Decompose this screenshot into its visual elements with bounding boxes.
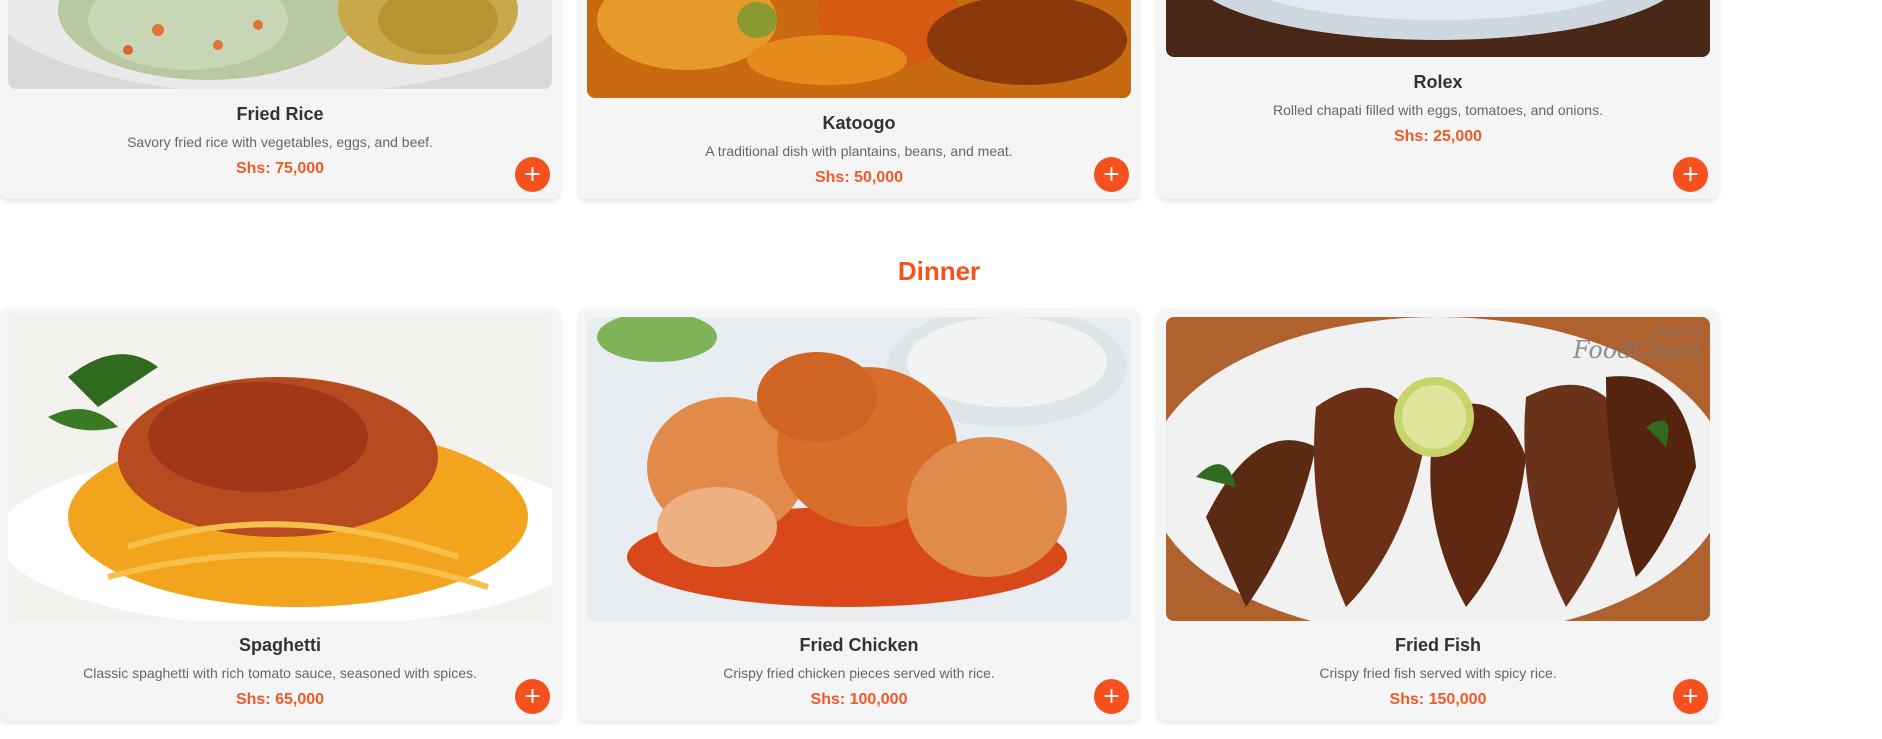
add-to-cart-button[interactable]: +: [1673, 679, 1708, 714]
section-title-dinner: Dinner: [897, 256, 981, 286]
item-price: Shs: 50,000: [814, 169, 904, 186]
menu-card-fried-chicken: Fried Chicken Crispy fried chicken piece…: [579, 309, 1139, 721]
spaghetti-image: [8, 317, 552, 621]
item-description: Savory fried rice with vegetables, eggs,…: [127, 134, 433, 150]
fried-chicken-image: [587, 317, 1131, 621]
fried-fish-image: Dindra's FoodCourt: [1166, 317, 1710, 621]
item-price: Shs: 75,000: [235, 160, 325, 177]
item-description: Classic spaghetti with rich tomato sauce…: [83, 665, 477, 681]
fried-rice-image: [8, 0, 552, 89]
item-price: Shs: 150,000: [1389, 691, 1487, 708]
menu-card-spaghetti: Spaghetti Classic spaghetti with rich to…: [0, 309, 560, 721]
item-description: A traditional dish with plantains, beans…: [705, 143, 1013, 159]
item-price: Shs: 65,000: [235, 691, 325, 708]
add-to-cart-button[interactable]: +: [515, 679, 550, 714]
item-name: Rolex: [1413, 72, 1463, 92]
item-description: Crispy fried fish served with spicy rice…: [1319, 665, 1557, 681]
item-description: Rolled chapati filled with eggs, tomatoe…: [1273, 102, 1603, 118]
menu-card-fried-fish: Dindra's FoodCourt Fried Fish Crispy fri…: [1158, 309, 1718, 721]
item-price: Shs: 100,000: [810, 691, 908, 708]
item-price: Shs: 25,000: [1393, 128, 1483, 145]
item-description: Crispy fried chicken pieces served with …: [723, 665, 995, 681]
add-to-cart-button[interactable]: +: [1094, 679, 1129, 714]
watermark-logo: Dindra's FoodCourt: [1573, 325, 1702, 364]
menu-card-fried-rice: Fried Rice Savory fried rice with vegeta…: [0, 0, 560, 199]
rolex-image: [1166, 0, 1710, 57]
item-name: Spaghetti: [238, 635, 321, 655]
menu-card-rolex: Rolex Rolled chapati filled with eggs, t…: [1158, 0, 1718, 199]
katoogo-image: [587, 0, 1131, 98]
item-name: Fried Chicken: [799, 635, 919, 655]
add-to-cart-button[interactable]: +: [1673, 157, 1708, 192]
item-name: Katoogo: [822, 113, 896, 133]
add-to-cart-button[interactable]: +: [1094, 157, 1129, 192]
item-name: Fried Rice: [236, 104, 324, 124]
menu-card-katoogo: Katoogo A traditional dish with plantain…: [579, 0, 1139, 199]
item-name: Fried Fish: [1394, 635, 1481, 655]
add-to-cart-button[interactable]: +: [515, 157, 550, 192]
